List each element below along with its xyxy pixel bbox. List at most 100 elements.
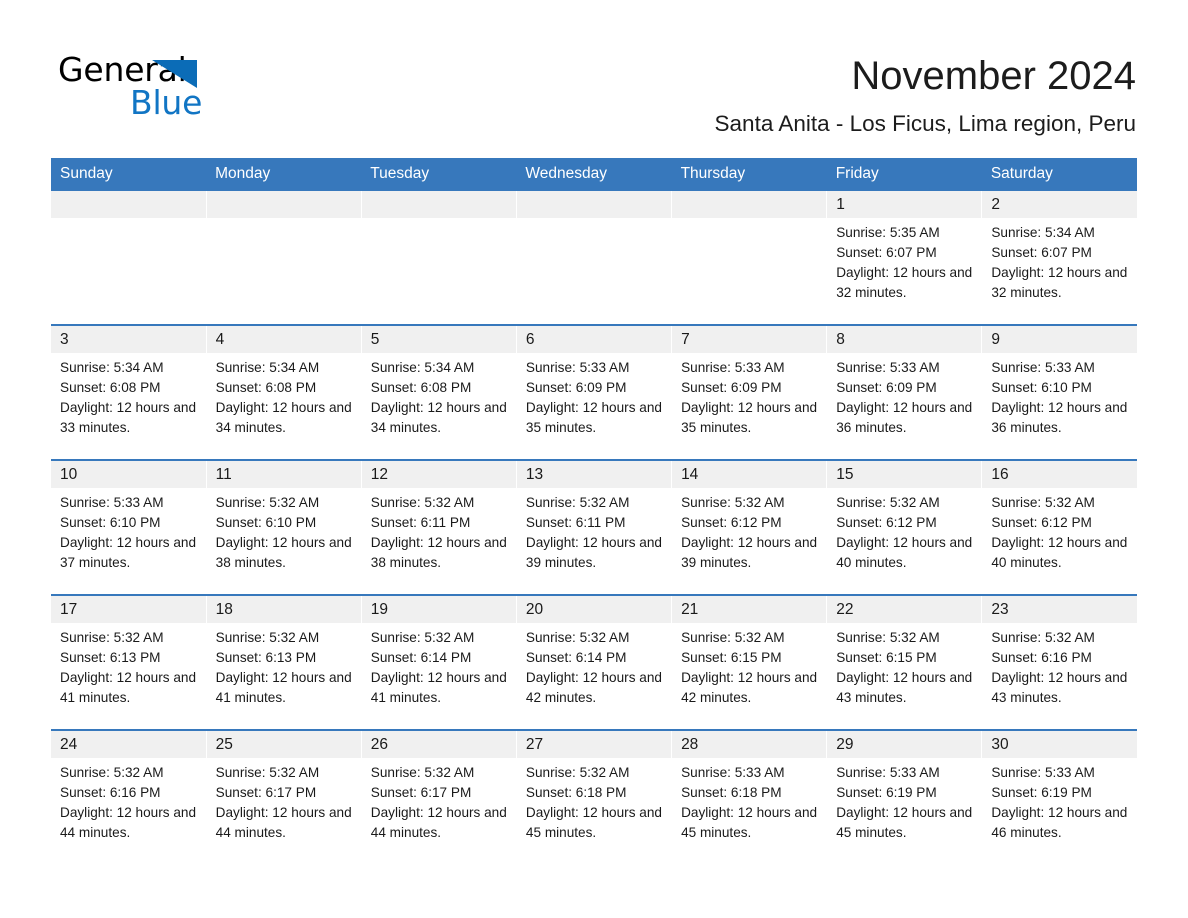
calendar-day-cell[interactable]: 26 Sunrise: 5:32 AM Sunset: 6:17 PM Dayligh…	[361, 729, 517, 864]
weekday-header-sunday: Sunday	[51, 158, 207, 191]
day-details: Sunrise: 5:32 AM Sunset: 6:16 PM Daylight:…	[982, 623, 1137, 708]
calendar-day-cell-empty	[516, 191, 673, 325]
sunrise-text: Sunrise: 5:32 AM	[836, 630, 940, 645]
sunrise-text: Sunrise: 5:33 AM	[60, 495, 164, 510]
daylight-text: Daylight: 12 hours and 42 minutes.	[525, 670, 662, 705]
day-details: Sunrise: 5:32 AM Sunset: 6:15 PM Daylight:…	[672, 623, 826, 708]
page-header: General Blue November 2024 Santa Anita -…	[0, 0, 1188, 156]
calendar-day-cell[interactable]: 12 Sunrise: 5:32 AM Sunset: 6:11 PM Dayligh…	[361, 459, 517, 595]
weekday-header-friday: Friday	[826, 158, 982, 191]
generalblue-logo[interactable]: General Blue	[58, 52, 248, 124]
sunset-text: Sunset: 6:12 PM	[836, 515, 937, 530]
sunset-text: Sunset: 6:15 PM	[681, 650, 782, 665]
sunset-text: Sunset: 6:12 PM	[991, 515, 1092, 530]
calendar-day-cell[interactable]: 10 Sunrise: 5:33 AM Sunset: 6:10 PM Dayligh…	[51, 459, 207, 595]
day-details: Sunrise: 5:34 AM Sunset: 6:08 PM Daylight:…	[362, 353, 516, 438]
calendar-day-cell[interactable]: 20 Sunrise: 5:32 AM Sunset: 6:14 PM Dayligh…	[516, 594, 673, 730]
day-number: 8	[827, 326, 982, 353]
calendar-day-cell[interactable]: 11 Sunrise: 5:32 AM Sunset: 6:10 PM Dayligh…	[206, 459, 362, 595]
calendar-day-cell[interactable]: 23 Sunrise: 5:32 AM Sunset: 6:16 PM Dayligh…	[981, 594, 1137, 730]
day-details: Sunrise: 5:32 AM Sunset: 6:11 PM Daylight:…	[362, 488, 516, 573]
page-title: November 2024	[851, 54, 1136, 98]
daylight-text: Daylight: 12 hours and 34 minutes.	[370, 400, 507, 435]
daylight-text: Daylight: 12 hours and 32 minutes.	[836, 265, 973, 300]
calendar-day-cell[interactable]: 1 Sunrise: 5:35 AM Sunset: 6:07 PM Daylight…	[826, 191, 983, 325]
sunset-text: Sunset: 6:07 PM	[836, 245, 937, 260]
calendar-day-cell[interactable]: 30 Sunrise: 5:33 AM Sunset: 6:19 PM Dayligh…	[981, 729, 1137, 864]
sunrise-text: Sunrise: 5:33 AM	[991, 765, 1095, 780]
weekday-header-monday: Monday	[206, 158, 362, 191]
calendar-day-cell[interactable]: 29 Sunrise: 5:33 AM Sunset: 6:19 PM Dayligh…	[826, 729, 983, 864]
calendar-day-cell[interactable]: 27 Sunrise: 5:32 AM Sunset: 6:18 PM Dayligh…	[516, 729, 673, 864]
day-details: Sunrise: 5:32 AM Sunset: 6:12 PM Daylight:…	[672, 488, 826, 573]
day-number: 2	[982, 191, 1137, 218]
day-number: 26	[361, 731, 516, 758]
day-details: Sunrise: 5:32 AM Sunset: 6:17 PM Daylight:…	[207, 758, 361, 843]
calendar-day-cell[interactable]: 9 Sunrise: 5:33 AM Sunset: 6:10 PM Daylight…	[981, 324, 1137, 460]
day-number: 19	[361, 596, 516, 623]
day-number: 24	[51, 731, 206, 758]
calendar-day-cell[interactable]: 21 Sunrise: 5:32 AM Sunset: 6:15 PM Dayligh…	[671, 594, 828, 730]
day-number: 11	[206, 461, 361, 488]
sunset-text: Sunset: 6:19 PM	[991, 785, 1092, 800]
sunset-text: Sunset: 6:10 PM	[215, 515, 317, 530]
calendar-week-row: 17 Sunrise: 5:32 AM Sunset: 6:13 PM Dayligh…	[51, 594, 1137, 730]
calendar-day-cell[interactable]: 15 Sunrise: 5:32 AM Sunset: 6:12 PM Dayligh…	[826, 459, 983, 595]
daylight-text: Daylight: 12 hours and 32 minutes.	[991, 265, 1128, 300]
daylight-text: Daylight: 12 hours and 41 minutes.	[60, 670, 197, 705]
calendar-day-cell[interactable]: 22 Sunrise: 5:32 AM Sunset: 6:15 PM Dayligh…	[826, 594, 983, 730]
calendar-day-cell[interactable]: 6 Sunrise: 5:33 AM Sunset: 6:09 PM Daylight…	[516, 324, 673, 460]
sunrise-text: Sunrise: 5:32 AM	[215, 630, 320, 645]
calendar-day-cell[interactable]: 5 Sunrise: 5:34 AM Sunset: 6:08 PM Daylight…	[361, 324, 517, 460]
calendar-day-cell[interactable]: 17 Sunrise: 5:32 AM Sunset: 6:13 PM Dayligh…	[51, 594, 207, 730]
sunrise-text: Sunrise: 5:34 AM	[991, 225, 1095, 240]
day-number: 16	[982, 461, 1137, 488]
day-details: Sunrise: 5:32 AM Sunset: 6:14 PM Daylight:…	[362, 623, 516, 708]
calendar-day-cell[interactable]: 7 Sunrise: 5:33 AM Sunset: 6:09 PM Daylight…	[671, 324, 828, 460]
daylight-text: Daylight: 12 hours and 39 minutes.	[681, 535, 818, 570]
calendar-day-cell[interactable]: 16 Sunrise: 5:32 AM Sunset: 6:12 PM Dayligh…	[981, 459, 1137, 595]
calendar-day-cell-empty	[51, 191, 207, 325]
sunrise-text: Sunrise: 5:33 AM	[836, 360, 940, 375]
daylight-text: Daylight: 12 hours and 41 minutes.	[215, 670, 352, 705]
day-number: 10	[51, 461, 206, 488]
day-number: 25	[206, 731, 361, 758]
sunrise-text: Sunrise: 5:35 AM	[836, 225, 940, 240]
day-number: 29	[827, 731, 982, 758]
calendar-day-cell[interactable]: 19 Sunrise: 5:32 AM Sunset: 6:14 PM Dayligh…	[361, 594, 517, 730]
sunset-text: Sunset: 6:11 PM	[370, 515, 471, 530]
day-details: Sunrise: 5:33 AM Sunset: 6:10 PM Daylight:…	[982, 353, 1137, 438]
calendar-day-cell[interactable]: 24 Sunrise: 5:32 AM Sunset: 6:16 PM Dayligh…	[51, 729, 207, 864]
sunrise-text: Sunrise: 5:34 AM	[215, 360, 320, 375]
calendar-day-cell[interactable]: 3 Sunrise: 5:34 AM Sunset: 6:08 PM Daylight…	[51, 324, 207, 460]
sunrise-text: Sunrise: 5:33 AM	[681, 765, 785, 780]
calendar-day-cell[interactable]: 28 Sunrise: 5:33 AM Sunset: 6:18 PM Dayligh…	[671, 729, 828, 864]
sunset-text: Sunset: 6:10 PM	[991, 380, 1092, 395]
calendar-day-cell[interactable]: 2 Sunrise: 5:34 AM Sunset: 6:07 PM Daylight…	[981, 191, 1137, 325]
calendar-day-cell[interactable]: 8 Sunrise: 5:33 AM Sunset: 6:09 PM Daylight…	[826, 324, 983, 460]
day-details: Sunrise: 5:32 AM Sunset: 6:13 PM Daylight:…	[207, 623, 361, 708]
day-details: Sunrise: 5:33 AM Sunset: 6:18 PM Daylight:…	[672, 758, 826, 843]
sunrise-text: Sunrise: 5:34 AM	[60, 360, 164, 375]
day-details: Sunrise: 5:32 AM Sunset: 6:17 PM Daylight:…	[362, 758, 516, 843]
daylight-text: Daylight: 12 hours and 45 minutes.	[681, 805, 818, 840]
calendar-day-cell[interactable]: 14 Sunrise: 5:32 AM Sunset: 6:12 PM Dayligh…	[671, 459, 828, 595]
day-details: Sunrise: 5:32 AM Sunset: 6:18 PM Daylight:…	[517, 758, 671, 843]
calendar-body: 1 Sunrise: 5:35 AM Sunset: 6:07 PM Daylight…	[51, 191, 1137, 864]
day-number: 15	[827, 461, 982, 488]
sunrise-text: Sunrise: 5:32 AM	[991, 495, 1095, 510]
daylight-text: Daylight: 12 hours and 34 minutes.	[215, 400, 352, 435]
calendar-day-cell[interactable]: 18 Sunrise: 5:32 AM Sunset: 6:13 PM Dayligh…	[206, 594, 362, 730]
calendar-day-cell[interactable]: 4 Sunrise: 5:34 AM Sunset: 6:08 PM Daylight…	[206, 324, 362, 460]
daylight-text: Daylight: 12 hours and 37 minutes.	[60, 535, 197, 570]
daylight-text: Daylight: 12 hours and 38 minutes.	[215, 535, 352, 570]
day-details: Sunrise: 5:32 AM Sunset: 6:11 PM Daylight:…	[517, 488, 671, 573]
calendar-day-cell[interactable]: 13 Sunrise: 5:32 AM Sunset: 6:11 PM Dayligh…	[516, 459, 673, 595]
calendar-day-cell[interactable]: 25 Sunrise: 5:32 AM Sunset: 6:17 PM Dayligh…	[206, 729, 362, 864]
daylight-text: Daylight: 12 hours and 44 minutes.	[215, 805, 352, 840]
sunset-text: Sunset: 6:08 PM	[215, 380, 317, 395]
sunrise-text: Sunrise: 5:32 AM	[525, 495, 630, 510]
day-number: 27	[516, 731, 672, 758]
daylight-text: Daylight: 12 hours and 44 minutes.	[60, 805, 197, 840]
sunrise-text: Sunrise: 5:33 AM	[836, 765, 940, 780]
